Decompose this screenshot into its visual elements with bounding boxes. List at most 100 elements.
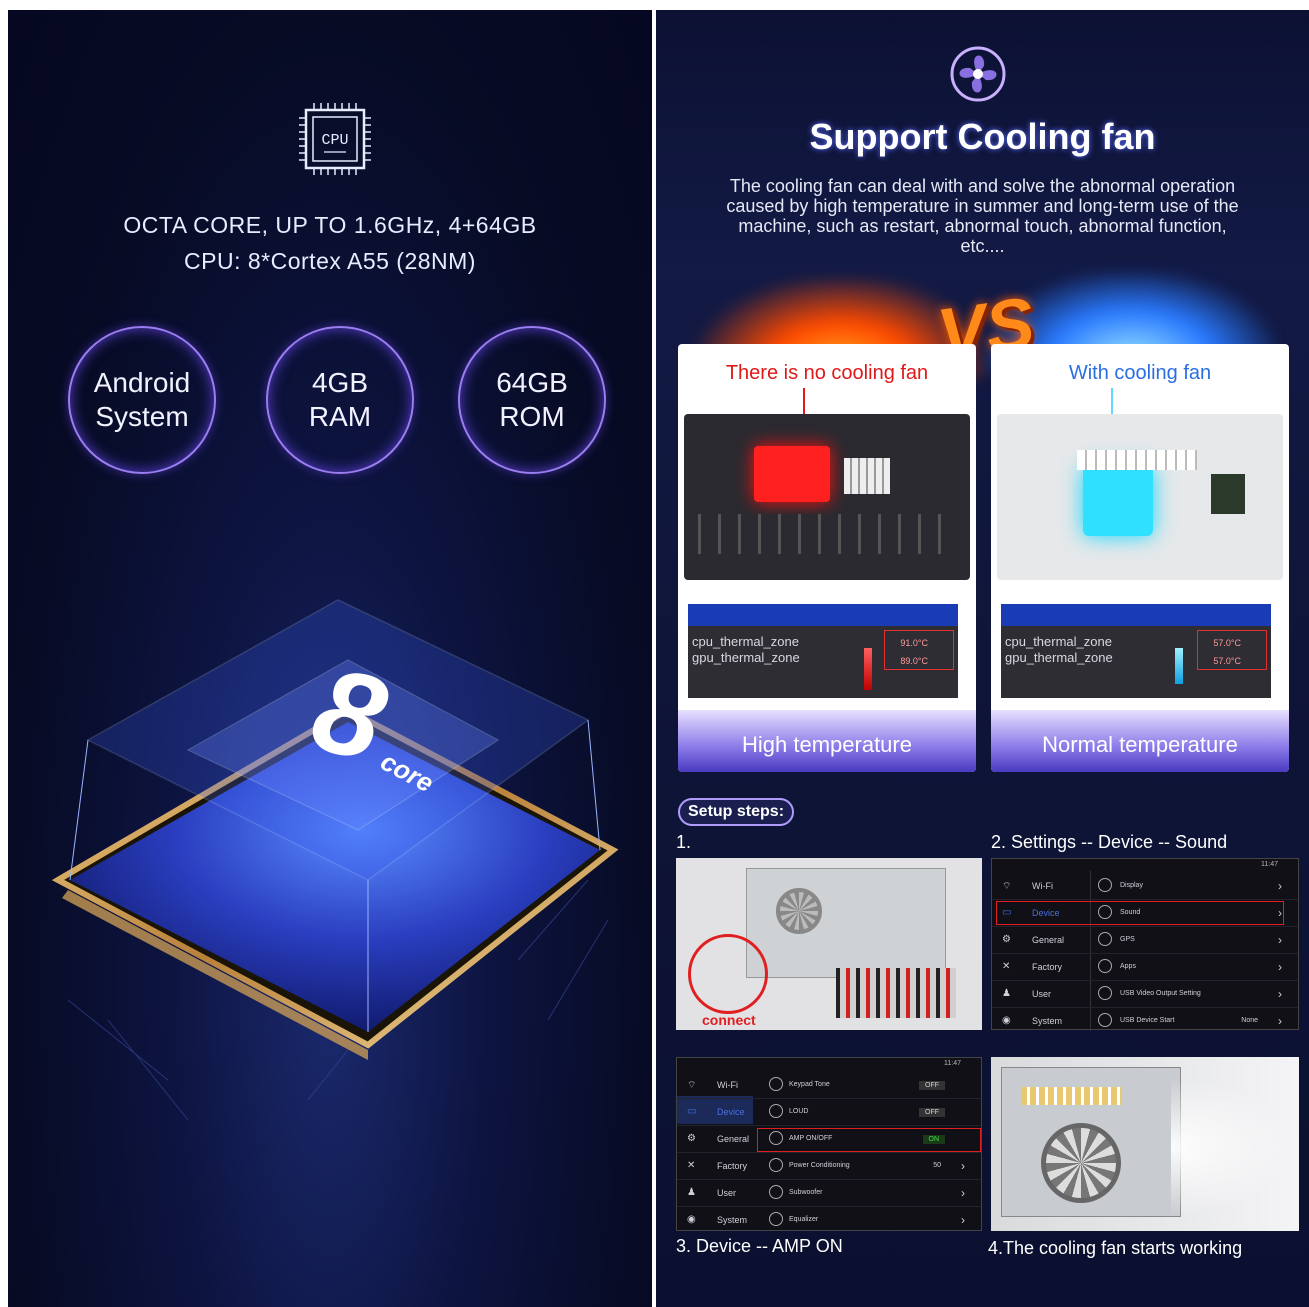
vents [698,514,956,554]
fan-glow [1083,466,1153,536]
step-3-label: 3. Device -- AMP ON [676,1236,843,1256]
status-time: 11:47 [944,1060,961,1067]
usb-icon [1098,986,1112,1000]
step-4-label: 4.The cooling fan starts working [988,1238,1243,1258]
chevron-right-icon: › [1278,987,1282,1001]
cooling-fan-panel: Support Cooling fan The cooling fan can … [656,10,1309,1307]
tools-icon: ✕ [1002,961,1011,972]
page-title: Support Cooling fan [809,116,1156,157]
cpu-spec-panel: CPU OCTA CORE, UP TO 1.6GHz, 4+64GB CPU:… [8,10,652,1307]
chevron-right-icon: › [961,1159,965,1173]
connector [844,458,890,494]
apps-icon [1098,959,1112,973]
port [1211,474,1245,514]
connector [1077,450,1197,470]
connect-caption: connect [702,1012,756,1028]
step-1-label: 1. [676,832,692,852]
badge-line: 64GB [496,367,568,398]
badge-line: RAM [308,401,372,432]
card-no-fan: There is no cooling fan cpu_thermal_zone… [678,344,976,772]
fan-icon [776,888,822,934]
settings-device-screen: 11:47 ⌔ Wi-Fi Display › ▭ Device Sound › ⚙ Gene… [991,858,1299,1031]
user-icon: ♟ [1002,988,1011,999]
temp-highlight [1197,630,1267,670]
step-2-label: 2. Settings -- Device -- Sound [991,832,1228,852]
tools-icon: ✕ [687,1160,696,1171]
badge-line: ROM [499,401,565,432]
system-icon: ◉ [687,1214,696,1225]
radio-back [746,868,946,978]
wifi-icon: ⌔ [687,1080,697,1091]
arrow-down-icon [1175,648,1183,684]
amp-highlight [757,1128,981,1152]
sound-row[interactable]: ♟ User Subwoofer › [677,1180,981,1207]
card-footer: High temperature [678,710,976,772]
connector [1021,1087,1121,1105]
chevron-right-icon: › [1278,879,1282,893]
hot-chip-glow [754,446,830,502]
fan-icon [950,46,1006,102]
system-icon: ◉ [1002,1015,1011,1026]
keypad-icon [769,1077,783,1091]
card-with-fan: With cooling fan cpu_thermal_zone gpu_th… [991,344,1289,772]
status-time: 11:47 [1261,861,1278,868]
subwoofer-icon [769,1185,783,1199]
badge-rom: 64GB ROM [458,326,606,474]
step-4-photo [991,1057,1299,1231]
airflow-effect [1171,1077,1291,1217]
chevron-right-icon: › [1278,1014,1282,1028]
user-icon: ♟ [687,1187,696,1198]
badge-android-system: Android System [68,326,216,474]
chevron-right-icon: › [1278,960,1282,974]
sound-row[interactable]: ⌔ Wi-Fi Keypad Tone OFF [677,1072,981,1099]
cooling-description: The cooling fan can deal with and solve … [726,176,1239,256]
zone-label: gpu_thermal_zone [692,650,800,665]
zone-label: cpu_thermal_zone [1005,634,1112,649]
settings-row[interactable]: ⌔ Wi-Fi Display › [992,873,1298,900]
chevron-right-icon: › [961,1186,965,1200]
power-icon [769,1158,783,1172]
sound-highlight [996,901,1284,925]
spec-line-1: OCTA CORE, UP TO 1.6GHz, 4+64GB [123,212,537,238]
settings-row[interactable]: ⚙ General GPS › [992,927,1298,954]
settings-row[interactable]: ◉ System USB Device Start None › [992,1008,1298,1035]
display-icon [1098,878,1112,892]
gear-icon: ⚙ [1002,934,1011,945]
sound-row[interactable]: ▭ Device LOUD OFF [677,1099,981,1126]
step-1-photo: connect [676,858,982,1030]
equalizer-icon [769,1212,783,1226]
zone-label: gpu_thermal_zone [1005,650,1113,665]
spinning-fan-icon [1041,1123,1121,1203]
gps-icon [1098,932,1112,946]
connect-highlight [688,934,768,1014]
speaker-icon [769,1104,783,1118]
sound-row[interactable]: ◉ System Equalizer › [677,1207,981,1234]
card-heading: There is no cooling fan [725,362,929,384]
card-footer: Normal temperature [991,710,1289,772]
settings-row[interactable]: ♟ User USB Video Output Setting › [992,981,1298,1008]
usb-icon [1098,1013,1112,1027]
temp-highlight [884,630,954,670]
spec-line-2: CPU: 8*Cortex A55 (28NM) [184,248,476,274]
thermal-readout: cpu_thermal_zone gpu_thermal_zone 91.0°C… [688,604,958,698]
device-icon: ▭ [687,1106,697,1117]
badge-line: System [95,401,189,432]
arrow-up-icon [864,648,872,690]
badge-line: Android [93,367,191,398]
chevron-right-icon: › [1278,933,1282,947]
octa-core-chip-illustration: 8 core [51,599,619,1121]
cpu-icon: CPU [299,103,371,175]
card-heading: With cooling fan [1068,362,1212,384]
zone-label: cpu_thermal_zone [692,634,799,649]
radio-back-photo [684,414,970,580]
radio-back-photo [997,414,1283,580]
cable-harness [836,968,956,1018]
thermal-readout: cpu_thermal_zone gpu_thermal_zone 57.0°C… [1001,604,1271,698]
gear-icon: ⚙ [687,1133,696,1144]
badge-ram: 4GB RAM [266,326,414,474]
setup-steps-badge: Setup steps: [678,798,795,826]
wifi-icon: ⌔ [1002,881,1012,892]
sound-row[interactable]: ✕ Factory Power Conditioning 50 › [677,1153,981,1180]
settings-row[interactable]: ✕ Factory Apps › [992,954,1298,981]
sound-settings-screen: 11:47 ⌔ Wi-Fi Keypad Tone OFF ▭ Device LOUD OF… [676,1057,982,1231]
